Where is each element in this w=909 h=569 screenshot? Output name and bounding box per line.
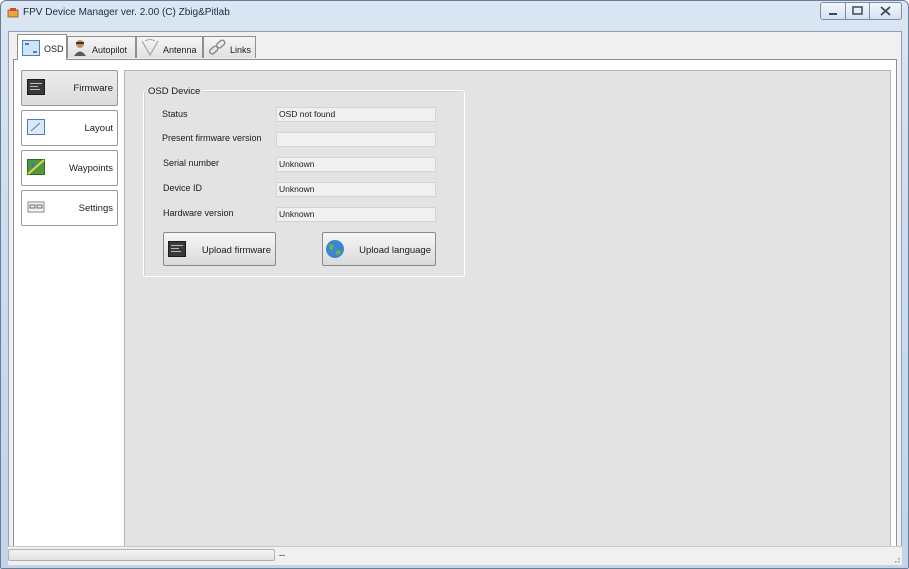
- hardware-version-field[interactable]: Unknown: [276, 207, 436, 222]
- firmware-version-field[interactable]: [276, 132, 436, 147]
- tab-antenna[interactable]: Antenna: [136, 36, 203, 58]
- tab-autopilot[interactable]: Autopilot: [67, 36, 136, 58]
- sidebar-item-firmware[interactable]: Firmware: [21, 70, 118, 106]
- sidebar-item-label: Layout: [84, 123, 113, 134]
- osd-tab-panel: Firmware Layout Waypoints Settings OSD D…: [13, 59, 897, 559]
- sidebar-item-label: Settings: [78, 203, 113, 214]
- sidebar-item-layout[interactable]: Layout: [21, 110, 118, 146]
- progress-bar: [8, 549, 275, 561]
- sidebar-item-label: Firmware: [73, 83, 113, 94]
- window-title: FPV Device Manager ver. 2.00 (C) Zbig&Pi…: [23, 7, 230, 18]
- status-text: --: [279, 550, 285, 560]
- upload-firmware-button[interactable]: Upload firmware: [163, 232, 276, 266]
- maximize-icon: [852, 6, 863, 15]
- upload-language-label: Upload language: [359, 245, 431, 256]
- upload-language-button[interactable]: Upload language: [322, 232, 436, 266]
- tab-links[interactable]: Links: [203, 36, 256, 58]
- status-label: Status: [162, 109, 188, 119]
- tab-autopilot-label: Autopilot: [92, 45, 128, 55]
- maximize-button[interactable]: [845, 2, 870, 20]
- minimize-icon: [829, 13, 837, 15]
- status-bar: --: [8, 546, 902, 565]
- serial-number-field[interactable]: Unknown: [276, 157, 436, 172]
- client-area: OSD Autopilot Antenna Links Firmware Lay…: [8, 31, 902, 561]
- chip-icon: [168, 241, 186, 257]
- app-icon: [7, 8, 19, 18]
- hardware-version-label: Hardware version: [163, 208, 234, 218]
- resize-grip-icon[interactable]: [892, 555, 900, 563]
- firmware-content-panel: OSD Device Status OSD not found Present …: [124, 70, 891, 547]
- app-window: FPV Device Manager ver. 2.00 (C) Zbig&Pi…: [0, 0, 909, 569]
- globe-icon: [326, 240, 344, 258]
- upload-firmware-label: Upload firmware: [201, 245, 271, 256]
- device-id-field[interactable]: Unknown: [276, 182, 436, 197]
- osd-device-group-title: OSD Device: [145, 86, 204, 97]
- tab-antenna-label: Antenna: [163, 45, 197, 55]
- settings-icon: [27, 201, 45, 213]
- serial-number-label: Serial number: [163, 158, 220, 168]
- layout-icon: [27, 119, 45, 135]
- sidebar-item-waypoints[interactable]: Waypoints: [21, 150, 118, 186]
- sidebar-item-settings[interactable]: Settings: [21, 190, 118, 226]
- osd-icon: [22, 40, 40, 56]
- close-icon: [880, 6, 891, 16]
- tab-osd-label: OSD: [44, 44, 64, 54]
- title-bar[interactable]: FPV Device Manager ver. 2.00 (C) Zbig&Pi…: [1, 1, 908, 25]
- minimize-button[interactable]: [820, 2, 846, 20]
- map-icon: [27, 159, 45, 175]
- antenna-icon: [141, 39, 159, 57]
- firmware-version-label: Present firmware version: [162, 133, 262, 143]
- pilot-icon: [74, 40, 86, 56]
- chain-link-icon: [208, 39, 226, 55]
- close-button[interactable]: [869, 2, 902, 20]
- tab-links-label: Links: [230, 45, 252, 55]
- sidebar-item-label: Waypoints: [69, 163, 113, 174]
- tab-osd[interactable]: OSD: [17, 34, 67, 60]
- device-id-label: Device ID: [163, 183, 203, 193]
- status-field[interactable]: OSD not found: [276, 107, 436, 122]
- chip-icon: [27, 79, 45, 95]
